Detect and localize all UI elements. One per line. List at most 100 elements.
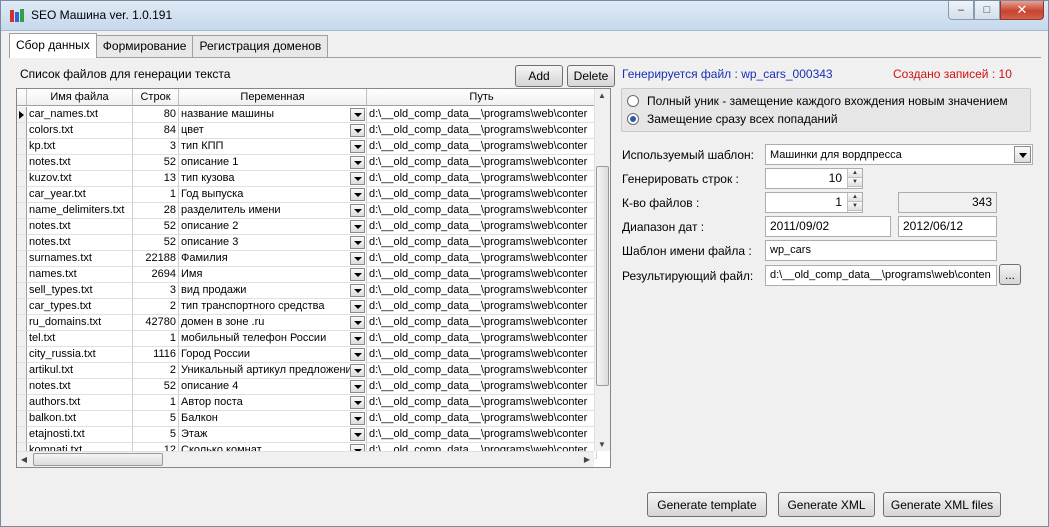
chevron-down-icon[interactable]	[350, 156, 365, 169]
table-row[interactable]: sell_types.txt 3 вид продажи d:\__old_comp_…	[17, 283, 597, 299]
cell-filename[interactable]: etajnosti.txt	[27, 427, 133, 443]
cell-rows[interactable]: 1	[133, 187, 179, 203]
table-row[interactable]: notes.txt 52 описание 4 d:\__old_comp_data_…	[17, 379, 597, 395]
column-header-rows[interactable]: Строк	[133, 89, 179, 105]
row-indicator[interactable]	[17, 251, 27, 267]
cell-filename[interactable]: authors.txt	[27, 395, 133, 411]
spin-down-icon[interactable]: ▼	[848, 202, 862, 211]
row-indicator[interactable]	[17, 171, 27, 187]
cell-rows[interactable]: 13	[133, 171, 179, 187]
row-indicator[interactable]	[17, 427, 27, 443]
row-indicator[interactable]	[17, 395, 27, 411]
row-indicator[interactable]	[17, 219, 27, 235]
chevron-down-icon[interactable]	[350, 188, 365, 201]
row-indicator[interactable]	[17, 267, 27, 283]
cell-rows[interactable]: 5	[133, 411, 179, 427]
cell-filename[interactable]: city_russia.txt	[27, 347, 133, 363]
row-indicator[interactable]	[17, 379, 27, 395]
table-row[interactable]: colors.txt 84 цвет d:\__old_comp_data__\pro…	[17, 123, 597, 139]
browse-button[interactable]: ...	[999, 264, 1021, 285]
cell-variable[interactable]: Имя	[179, 267, 367, 283]
cell-rows[interactable]: 2	[133, 363, 179, 379]
cell-rows[interactable]: 28	[133, 203, 179, 219]
cell-rows[interactable]: 5	[133, 427, 179, 443]
cell-filename[interactable]: names.txt	[27, 267, 133, 283]
cell-rows[interactable]: 52	[133, 155, 179, 171]
row-indicator[interactable]	[17, 235, 27, 251]
table-row[interactable]: car_types.txt 2 тип транспортного средства…	[17, 299, 597, 315]
cell-filename[interactable]: kuzov.txt	[27, 171, 133, 187]
cell-rows[interactable]: 3	[133, 283, 179, 299]
cell-path[interactable]: d:\__old_comp_data__\programs\web\conter	[367, 347, 597, 363]
cell-variable[interactable]: описание 1	[179, 155, 367, 171]
cell-path[interactable]: d:\__old_comp_data__\programs\web\conter	[367, 123, 597, 139]
cell-path[interactable]: d:\__old_comp_data__\programs\web\conter	[367, 363, 597, 379]
chevron-down-icon[interactable]	[350, 236, 365, 249]
column-header-variable[interactable]: Переменная	[179, 89, 367, 105]
cell-rows[interactable]: 22188	[133, 251, 179, 267]
horizontal-scroll-thumb[interactable]	[33, 453, 163, 466]
date-to-input[interactable]: 2012/06/12	[898, 216, 997, 237]
chevron-down-icon[interactable]	[350, 364, 365, 377]
cell-path[interactable]: d:\__old_comp_data__\programs\web\conter	[367, 299, 597, 315]
cell-filename[interactable]: ru_domains.txt	[27, 315, 133, 331]
cell-path[interactable]: d:\__old_comp_data__\programs\web\conter	[367, 379, 597, 395]
cell-filename[interactable]: colors.txt	[27, 123, 133, 139]
generate-xml-files-button[interactable]: Generate XML files	[883, 492, 1001, 517]
cell-variable[interactable]: Этаж	[179, 427, 367, 443]
tab-data-collection[interactable]: Сбор данных	[9, 33, 97, 58]
files-count-input[interactable]: 1 ▲ ▼	[765, 192, 863, 213]
tab-forming[interactable]: Формирование	[95, 35, 194, 57]
table-row[interactable]: ru_domains.txt 42780 домен в зоне .ru d:\__…	[17, 315, 597, 331]
row-indicator[interactable]	[17, 123, 27, 139]
radio-full-unique-label[interactable]: Полный уник - замещение каждого вхождени…	[647, 94, 1008, 108]
scroll-left-arrow-icon[interactable]: ◀	[17, 455, 31, 464]
cell-variable[interactable]: мобильный телефон России	[179, 331, 367, 347]
horizontal-scrollbar[interactable]: ◀ ▶	[17, 451, 594, 467]
cell-rows[interactable]: 80	[133, 107, 179, 123]
cell-rows[interactable]: 84	[133, 123, 179, 139]
chevron-down-icon[interactable]	[350, 428, 365, 441]
cell-filename[interactable]: sell_types.txt	[27, 283, 133, 299]
scroll-up-arrow-icon[interactable]: ▲	[595, 91, 609, 100]
chevron-down-icon[interactable]	[350, 108, 365, 121]
chevron-down-icon[interactable]	[350, 252, 365, 265]
cell-rows[interactable]: 52	[133, 219, 179, 235]
cell-path[interactable]: d:\__old_comp_data__\programs\web\conter	[367, 331, 597, 347]
gen-rows-input[interactable]: 10 ▲ ▼	[765, 168, 863, 189]
cell-path[interactable]: d:\__old_comp_data__\programs\web\conter	[367, 315, 597, 331]
cell-path[interactable]: d:\__old_comp_data__\programs\web\conter	[367, 411, 597, 427]
row-indicator[interactable]	[17, 363, 27, 379]
cell-rows[interactable]: 52	[133, 235, 179, 251]
row-indicator[interactable]	[17, 347, 27, 363]
tab-domain-registration[interactable]: Регистрация доменов	[192, 35, 329, 57]
chevron-down-icon[interactable]	[1014, 146, 1031, 163]
table-row[interactable]: car_year.txt 1 Год выпуска d:\__old_comp_da…	[17, 187, 597, 203]
cell-variable[interactable]: Фамилия	[179, 251, 367, 267]
cell-rows[interactable]: 1	[133, 395, 179, 411]
cell-variable[interactable]: вид продажи	[179, 283, 367, 299]
spin-down-icon[interactable]: ▼	[848, 178, 862, 187]
chevron-down-icon[interactable]	[350, 220, 365, 233]
cell-variable[interactable]: тип КПП	[179, 139, 367, 155]
table-row[interactable]: notes.txt 52 описание 2 d:\__old_comp_data_…	[17, 219, 597, 235]
table-row[interactable]: tel.txt 1 мобильный телефон России d:\__old…	[17, 331, 597, 347]
cell-path[interactable]: d:\__old_comp_data__\programs\web\conter	[367, 395, 597, 411]
table-row[interactable]: notes.txt 52 описание 3 d:\__old_comp_data_…	[17, 235, 597, 251]
cell-filename[interactable]: surnames.txt	[27, 251, 133, 267]
table-row[interactable]: kp.txt 3 тип КПП d:\__old_comp_data__\progr…	[17, 139, 597, 155]
row-indicator[interactable]	[17, 331, 27, 347]
cell-rows[interactable]: 52	[133, 379, 179, 395]
row-indicator[interactable]	[17, 187, 27, 203]
table-row[interactable]: balkon.txt 5 Балкон d:\__old_comp_data__\pr…	[17, 411, 597, 427]
files-grid[interactable]: Имя файла Строк Переменная Путь car_name…	[16, 88, 611, 468]
chevron-down-icon[interactable]	[350, 348, 365, 361]
cell-rows[interactable]: 2	[133, 299, 179, 315]
chevron-down-icon[interactable]	[350, 140, 365, 153]
cell-variable[interactable]: разделитель имени	[179, 203, 367, 219]
minimize-button[interactable]: –	[948, 1, 974, 20]
cell-variable[interactable]: Балкон	[179, 411, 367, 427]
row-indicator[interactable]	[17, 107, 27, 123]
cell-path[interactable]: d:\__old_comp_data__\programs\web\conter	[367, 139, 597, 155]
cell-variable[interactable]: Уникальный артикул предложения	[179, 363, 367, 379]
